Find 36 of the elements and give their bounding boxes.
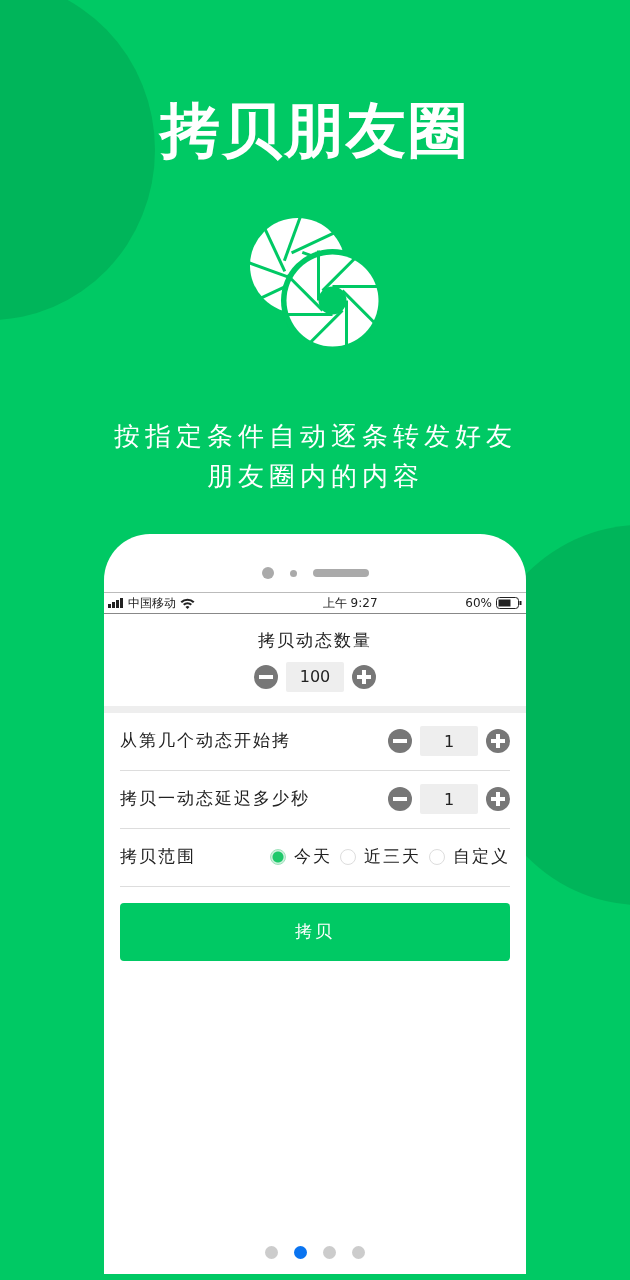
minus-icon[interactable] [388, 729, 412, 753]
setting-label: 拷贝一动态延迟多少秒 [120, 787, 310, 811]
app-title: 拷贝朋友圈 [158, 100, 471, 160]
sensor-icon [289, 569, 297, 577]
battery-percent: 60% [465, 595, 492, 612]
page-dot[interactable] [294, 1246, 307, 1259]
battery-icon [496, 597, 522, 609]
setting-label: 拷贝范围 [120, 845, 196, 869]
minus-icon[interactable] [388, 787, 412, 811]
count-label: 拷贝动态数量 [258, 629, 372, 652]
page-dot[interactable] [265, 1246, 278, 1259]
plus-icon[interactable] [486, 787, 510, 811]
setting-label: 从第几个动态开始拷 [120, 729, 291, 753]
carrier-name: 中国移动 [128, 595, 176, 612]
plus-icon[interactable] [486, 729, 510, 753]
radio-button[interactable] [429, 849, 445, 865]
radio-button[interactable] [340, 849, 356, 865]
signal-icon [108, 598, 124, 608]
plus-icon[interactable] [352, 664, 376, 689]
number-field[interactable]: 1 [420, 784, 478, 814]
wifi-icon [180, 597, 195, 609]
radio-label: 今天 [294, 845, 332, 869]
speaker-icon [312, 569, 369, 577]
page-dot[interactable] [352, 1246, 365, 1259]
number-field[interactable]: 1 [420, 726, 478, 756]
camera-icon [261, 567, 274, 579]
aperture-logo-icon [250, 218, 380, 348]
minus-icon[interactable] [254, 664, 278, 689]
radio-label: 自定义 [453, 845, 510, 869]
radio-label: 近三天 [364, 845, 421, 869]
radio-button[interactable] [270, 849, 286, 865]
subtitle-line: 按指定条件自动逐条转发好友 [112, 420, 518, 453]
page-dot[interactable] [323, 1246, 336, 1259]
subtitle-line: 朋友圈内的内容 [205, 460, 425, 493]
number-field[interactable]: 100 [286, 661, 344, 692]
status-time: 上午 9:27 [322, 595, 378, 612]
